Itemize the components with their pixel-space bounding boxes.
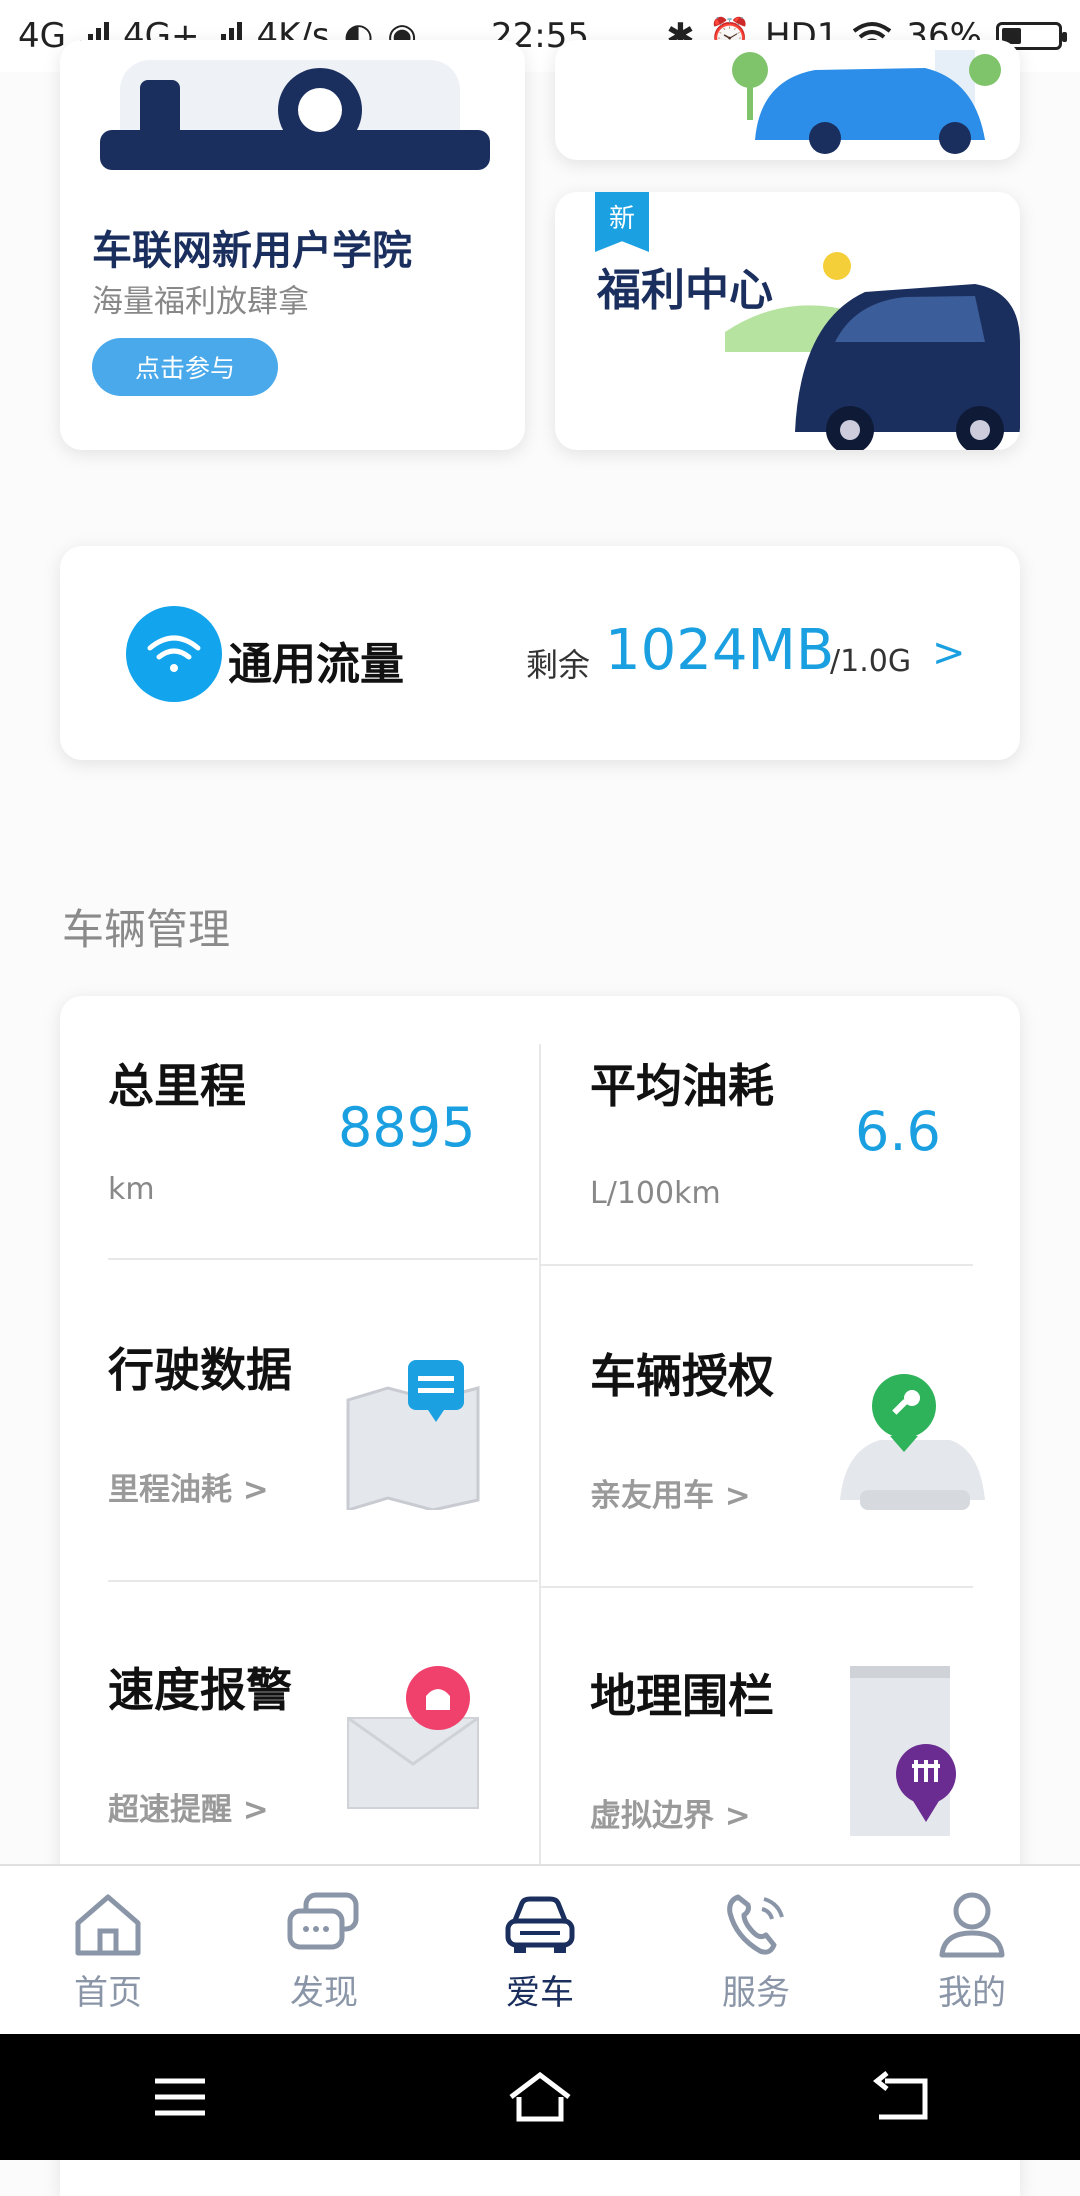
- home-nav-icon[interactable]: [505, 2067, 575, 2127]
- new-user-academy-card[interactable]: 车联网新用户学院 海量福利放肆拿 点击参与: [60, 40, 525, 450]
- total-mileage-title: 总里程: [108, 1059, 246, 1113]
- back-icon[interactable]: [865, 2067, 935, 2127]
- remain-value: 1024MB: [605, 618, 835, 683]
- bottom-tab-bar: 首页 发现 爱车 服务 我的: [0, 1864, 1080, 2036]
- driving-data-tile[interactable]: 行驶数据 里程油耗 >: [108, 1300, 528, 1550]
- phone-icon: [727, 1894, 784, 1955]
- data-total: /1.0G: [830, 644, 912, 679]
- tab-mine-label: 我的: [938, 1972, 1006, 2013]
- user-icon: [939, 1892, 1005, 1957]
- grid-divider: [541, 1586, 973, 1588]
- tab-home[interactable]: 首页: [0, 1866, 216, 2036]
- car-key-icon: [840, 1374, 985, 1510]
- total-mileage-unit: km: [108, 1172, 155, 1207]
- driving-data-title: 行驶数据: [108, 1343, 292, 1397]
- avg-fuel-unit: L/100km: [590, 1176, 721, 1211]
- chat-icon: [287, 1892, 359, 1949]
- grid-divider: [541, 1264, 973, 1266]
- car-icon: [505, 1896, 575, 1953]
- tab-discover[interactable]: 发现: [216, 1866, 432, 2036]
- total-mileage-value: 8895: [338, 1096, 476, 1159]
- grid-vertical-divider: [539, 1044, 541, 1864]
- avg-fuel-value: 6.6: [855, 1100, 941, 1163]
- chevron-right-icon[interactable]: >: [932, 630, 966, 676]
- alarm-mail-icon: [347, 1666, 479, 1809]
- home-icon: [75, 1894, 141, 1955]
- fence-pin-icon: [850, 1666, 956, 1836]
- map-icon: [346, 1360, 480, 1510]
- speed-alarm-title: 速度报警: [108, 1663, 292, 1717]
- network-type-1: 4G: [18, 16, 66, 56]
- menu-icon[interactable]: [145, 2067, 215, 2127]
- welfare-center-card[interactable]: 新 福利中心: [555, 192, 1020, 450]
- wifi-circle-icon: [126, 606, 222, 702]
- geofence-tile[interactable]: 地理围栏 虚拟边界 >: [590, 1626, 1010, 1860]
- geofence-title: 地理围栏: [590, 1669, 774, 1723]
- vehicle-auth-title: 车辆授权: [590, 1349, 774, 1403]
- speed-alarm-tile[interactable]: 速度报警 超速提醒 >: [108, 1620, 528, 1860]
- tab-mine[interactable]: 我的: [864, 1866, 1080, 2036]
- geofence-sub: 虚拟边界 >: [590, 1798, 751, 1834]
- academy-title: 车联网新用户学院: [92, 228, 412, 274]
- tab-service[interactable]: 服务: [648, 1866, 864, 2036]
- navy-car-illustration: [725, 252, 1020, 450]
- speed-alarm-sub: 超速提醒 >: [108, 1792, 269, 1828]
- system-navigation-bar: [0, 2034, 1080, 2160]
- avg-fuel-title: 平均油耗: [590, 1059, 774, 1113]
- remain-label: 剩余: [526, 646, 591, 684]
- vehicle-auth-sub: 亲友用车 >: [590, 1478, 751, 1514]
- car-illustration: [100, 60, 490, 170]
- promo-card-top[interactable]: [555, 40, 1020, 160]
- blue-car-illustration: [732, 50, 1001, 154]
- grid-divider: [108, 1580, 538, 1582]
- tab-car[interactable]: 爱车: [432, 1866, 648, 2036]
- join-button[interactable]: 点击参与: [92, 338, 278, 396]
- data-usage-card[interactable]: 通用流量 剩余 1024MB /1.0G >: [60, 546, 1020, 760]
- vehicle-authorization-tile[interactable]: 车辆授权 亲友用车 >: [590, 1306, 1010, 1556]
- tab-car-label: 爱车: [506, 1972, 574, 2013]
- academy-subtitle: 海量福利放肆拿: [92, 284, 309, 320]
- tab-discover-label: 发现: [290, 1972, 358, 2013]
- data-usage-label: 通用流量: [228, 639, 404, 690]
- driving-data-sub: 里程油耗 >: [108, 1472, 269, 1508]
- tab-service-label: 服务: [722, 1972, 790, 2013]
- vehicle-management-title: 车辆管理: [62, 905, 231, 954]
- tab-home-label: 首页: [74, 1972, 142, 2013]
- grid-divider: [108, 1258, 538, 1260]
